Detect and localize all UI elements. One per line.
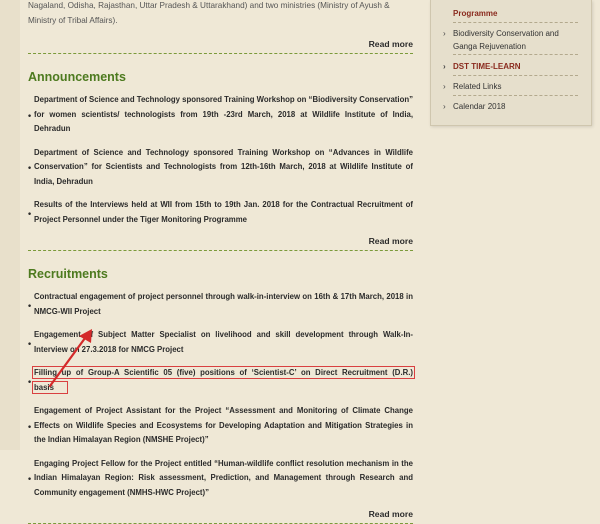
announcement-link[interactable]: Results of the Interviews held at WII fr… xyxy=(34,200,413,224)
bullet-icon: • xyxy=(28,473,32,484)
bullet-icon: • xyxy=(28,207,32,218)
announcements-title: Announcements xyxy=(28,70,126,84)
sidebar-item-dst-time-learn[interactable]: › DST TIME-LEARN xyxy=(443,60,573,73)
bullet-icon: • xyxy=(28,162,32,173)
bullet-icon: • xyxy=(28,337,32,348)
intro-text: Nagaland, Odisha, Rajasthan, Uttar Prade… xyxy=(28,1,390,25)
recruitment-link[interactable]: Contractual engagement of project person… xyxy=(34,292,413,316)
list-item[interactable]: • Engaging Project Fellow for the Project… xyxy=(28,457,413,501)
divider xyxy=(453,75,578,76)
recruitments-list: • Contractual engagement of project perso… xyxy=(28,290,415,501)
sidebar-item-label[interactable]: Biodiversity Conservation and Ganga Reju… xyxy=(453,29,559,51)
chevron-right-icon: › xyxy=(443,102,446,111)
chevron-right-icon: › xyxy=(443,82,446,91)
divider xyxy=(28,53,413,54)
read-more-link[interactable]: Read more xyxy=(28,236,413,246)
recruitment-link[interactable]: Engaging Project Fellow for the Project … xyxy=(34,459,413,497)
read-more-link[interactable]: Read more xyxy=(28,39,413,49)
sidebar-item-calendar[interactable]: › Calendar 2018 xyxy=(443,100,573,113)
left-margin xyxy=(0,0,20,450)
bullet-icon: • xyxy=(28,299,32,310)
annotation-arrow-icon xyxy=(48,329,92,388)
sidebar-item-label[interactable]: Related Links xyxy=(453,82,501,91)
list-item[interactable]: • Department of Science and Technology sp… xyxy=(28,93,413,137)
announcement-link[interactable]: Department of Science and Technology spo… xyxy=(34,95,413,133)
sidebar-item-label[interactable]: Calendar 2018 xyxy=(453,102,505,111)
sidebar-item-label[interactable]: DST TIME-LEARN xyxy=(453,62,521,71)
chevron-right-icon: › xyxy=(443,29,446,38)
sidebar-item-programme[interactable]: Programme xyxy=(453,7,573,20)
sidebar-item-biodiversity[interactable]: › Biodiversity Conservation and Ganga Rej… xyxy=(443,27,573,53)
chevron-right-icon: › xyxy=(443,62,446,71)
recruitments-title: Recruitments xyxy=(28,267,108,281)
announcements-list: • Department of Science and Technology sp… xyxy=(28,93,413,227)
list-item[interactable]: • Contractual engagement of project perso… xyxy=(28,290,413,319)
recruitment-link[interactable]: Engagement of Project Assistant for the … xyxy=(34,406,413,444)
sidebar-item-related-links[interactable]: › Related Links xyxy=(443,80,573,93)
announcement-link[interactable]: Department of Science and Technology spo… xyxy=(34,148,413,186)
divider xyxy=(453,54,578,55)
divider xyxy=(453,95,578,96)
bullet-icon: • xyxy=(28,375,32,386)
main-content: Nagaland, Odisha, Rajasthan, Uttar Prade… xyxy=(28,0,415,524)
read-more-link[interactable]: Read more xyxy=(28,509,413,519)
bullet-icon: • xyxy=(28,110,32,121)
divider xyxy=(453,22,578,23)
list-item[interactable]: • Results of the Interviews held at WII f… xyxy=(28,198,413,227)
list-item[interactable]: • Department of Science and Technology sp… xyxy=(28,146,413,190)
bullet-icon: • xyxy=(28,421,32,432)
divider xyxy=(28,250,413,251)
list-item[interactable]: • Engagement of Project Assistant for the… xyxy=(28,404,413,448)
sidebar-panel: Programme › Biodiversity Conservation and… xyxy=(430,0,592,126)
